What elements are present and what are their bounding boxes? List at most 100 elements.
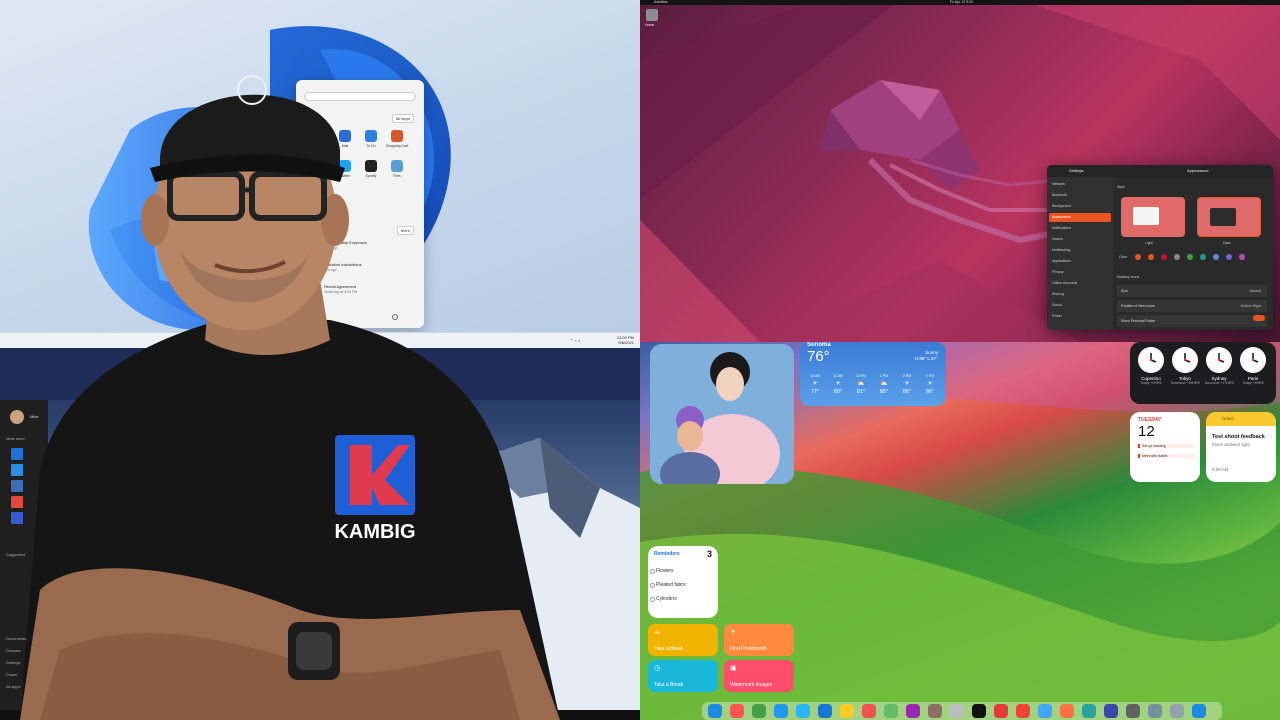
dock-app-icon[interactable]	[906, 704, 920, 718]
accent-color-swatch[interactable]	[1135, 254, 1141, 260]
calendar-event: Meet with Isabel	[1138, 454, 1194, 458]
dock-app-icon[interactable]	[1192, 704, 1206, 718]
photos-widget[interactable]	[650, 344, 794, 484]
accent-color-swatch[interactable]	[1187, 254, 1193, 260]
weather-condition: Sunny	[925, 350, 938, 355]
settings-row[interactable]: Position of New Icons Bottom Right	[1117, 300, 1267, 312]
family-photo	[650, 344, 794, 484]
settings-row-label: Position of New Icons	[1121, 304, 1155, 308]
accent-color-swatch[interactable]	[1148, 254, 1154, 260]
dock-app-icon[interactable]	[950, 704, 964, 718]
world-clock-widget[interactable]: Cupertino Today +0HRS Tokyo Tomorrow +16HRS…	[1130, 342, 1276, 404]
dock-app-icon[interactable]	[840, 704, 854, 718]
light-theme-option[interactable]	[1121, 197, 1185, 237]
weather-widget[interactable]: Sonoma 76° Sunny H:88° L:57° 10 AM ☀ 77° 11…	[800, 342, 946, 406]
dock-app-icon[interactable]	[752, 704, 766, 718]
reminders-title: Reminders	[654, 551, 680, 557]
calendar-date: 12	[1138, 423, 1155, 440]
sidebar-item[interactable]: Background	[1052, 204, 1071, 208]
topbar-clock[interactable]: Fri Apr 12 9:00	[950, 0, 973, 5]
hourly-item: 10 AM ☀ 77°	[804, 374, 826, 395]
hourly-item: 1 PM ⛅ 85°	[873, 374, 895, 395]
dock-app-icon[interactable]	[774, 704, 788, 718]
dock-app-icon[interactable]	[1038, 704, 1052, 718]
calendar-widget[interactable]: TUESDAY 12 Set up meeting Meet with Isab…	[1130, 412, 1200, 482]
sidebar-item[interactable]: Sharing	[1052, 292, 1064, 296]
home-folder-label: Home	[645, 23, 655, 27]
hourly-item: 11 AM ☀ 80°	[827, 374, 849, 395]
reminder-item[interactable]: Flowers	[650, 568, 674, 574]
dock-app-icon[interactable]	[1126, 704, 1140, 718]
weather-icon: ☀	[812, 381, 818, 387]
sidebar-item[interactable]: Privacy	[1052, 270, 1063, 274]
sidebar-item[interactable]: Sound	[1052, 303, 1062, 307]
dock-app-icon[interactable]	[708, 704, 722, 718]
sidebar-item[interactable]: Multitasking	[1052, 248, 1070, 252]
hour-temp: 81°	[856, 389, 866, 395]
weather-icon: ☀	[927, 381, 933, 387]
sidebar-item[interactable]: Network	[1052, 182, 1065, 186]
shortcut-tile[interactable]: ◷ Take a Break	[648, 660, 718, 692]
settings-headerbar: Settings Appearance	[1047, 165, 1273, 177]
clock-face-icon	[1240, 347, 1266, 373]
accent-color-swatch[interactable]	[1200, 254, 1206, 260]
world-clock: Sydney Tomorrow +17HRS	[1204, 347, 1234, 385]
settings-row[interactable]: Show Personal Folder	[1117, 315, 1267, 327]
sidebar-item[interactable]: Notifications	[1052, 226, 1071, 230]
notes-widget[interactable]: Notes Test shoot feedback Move ambient l…	[1206, 412, 1276, 482]
sidebar-item[interactable]: Bluetooth	[1052, 193, 1067, 197]
dock-app-icon[interactable]	[730, 704, 744, 718]
dock-app-icon[interactable]	[796, 704, 810, 718]
shortcut-icon: ☕	[654, 629, 661, 636]
dock-app-icon[interactable]	[1148, 704, 1162, 718]
shortcut-icon: ▣	[730, 665, 737, 672]
shortcut-icon: ✦	[730, 629, 736, 636]
dock-app-icon[interactable]	[818, 704, 832, 718]
dock-app-icon[interactable]	[994, 704, 1008, 718]
world-clock: Cupertino Today +0HRS	[1136, 347, 1166, 385]
dock-app-icon[interactable]	[972, 704, 986, 718]
dark-theme-option[interactable]	[1197, 197, 1261, 237]
dock-app-icon[interactable]	[862, 704, 876, 718]
macos-sonoma-desktop: Sonoma 76° Sunny H:88° L:57° 10 AM ☀ 77° 11…	[640, 342, 1280, 720]
sidebar-item[interactable]: Appearance	[1052, 215, 1071, 219]
shortcut-icon: ◷	[654, 665, 661, 672]
shortcut-tile[interactable]: ☕ Take a Break	[648, 624, 718, 656]
accent-color-swatch[interactable]	[1239, 254, 1245, 260]
dock-app-icon[interactable]	[1104, 704, 1118, 718]
accent-color-swatch[interactable]	[1161, 254, 1167, 260]
accent-color-swatch[interactable]	[1213, 254, 1219, 260]
note-title: Test shoot feedback	[1212, 434, 1265, 440]
activities-button[interactable]: Activities	[654, 0, 668, 5]
reminder-item[interactable]: Pleated fabric	[650, 582, 687, 588]
clock-face-icon	[1138, 347, 1164, 373]
reminders-widget[interactable]: Reminders 3 Flowers Pleated fabric Cylin…	[648, 546, 718, 618]
sidebar-item[interactable]: Power	[1052, 314, 1062, 318]
shortcut-tile[interactable]: ✦ Find Photobooth	[724, 624, 794, 656]
home-folder-icon[interactable]	[646, 9, 658, 21]
dock-app-icon[interactable]	[1060, 704, 1074, 718]
shirt-logo-text: KAMBIG	[334, 521, 415, 543]
accent-color-swatch[interactable]	[1226, 254, 1232, 260]
sidebar-item[interactable]: Applications	[1052, 259, 1071, 263]
settings-row[interactable]: Size Normal	[1117, 285, 1267, 297]
dock-app-icon[interactable]	[1082, 704, 1096, 718]
style-label: Style	[1117, 185, 1125, 189]
settings-row-label: Size	[1121, 289, 1128, 293]
world-clock: Tokyo Tomorrow +16HRS	[1170, 347, 1200, 385]
sidebar-item[interactable]: Online Accounts	[1052, 281, 1077, 285]
show-personal-folder-toggle[interactable]	[1253, 315, 1265, 321]
notes-header: Notes	[1206, 412, 1276, 426]
dock-app-icon[interactable]	[928, 704, 942, 718]
settings-row-label: Show Personal Folder	[1121, 319, 1156, 323]
dock-app-icon[interactable]	[1170, 704, 1184, 718]
sidebar-item[interactable]: Search	[1052, 237, 1063, 241]
reminder-item[interactable]: Cylinders	[650, 596, 677, 602]
accent-color-swatch[interactable]	[1174, 254, 1180, 260]
hour-label: 11 AM	[833, 374, 843, 378]
shortcut-tile[interactable]: ▣ Watermark Images	[724, 660, 794, 692]
dock-app-icon[interactable]	[1016, 704, 1030, 718]
shortcut-label: Take a Break	[654, 646, 684, 652]
calendar-event: Set up meeting	[1138, 444, 1194, 448]
dock-app-icon[interactable]	[884, 704, 898, 718]
